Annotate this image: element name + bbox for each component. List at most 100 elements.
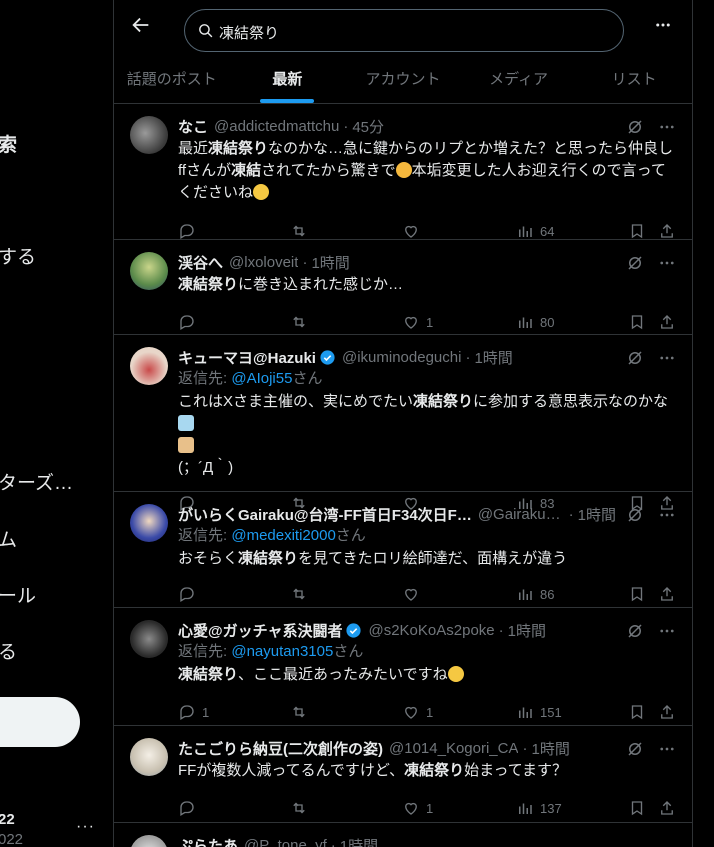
tweet[interactable]: なこ @addictedmattchu · 45分 最近凍結祭りなのかな…急に鍵…	[114, 104, 692, 240]
like-button[interactable]: 1	[402, 799, 433, 817]
nav-item-explore[interactable]: 索	[0, 130, 17, 157]
post-button[interactable]: る	[0, 697, 80, 747]
like-button[interactable]	[402, 585, 426, 603]
grok-icon[interactable]	[626, 740, 644, 758]
bookmark-button[interactable]	[628, 703, 646, 721]
author-name[interactable]: キューマヨ@Hazuki	[178, 347, 316, 368]
search-input[interactable]: 凍結祭り	[184, 9, 624, 52]
tab-lists[interactable]: リスト	[576, 54, 692, 103]
avatar[interactable]	[130, 738, 168, 776]
tweet[interactable]: 渓谷へ @lxoloveit · 1時間 凍結祭りに巻き込まれた感じか… 1 8…	[114, 240, 692, 335]
like-button[interactable]: 1	[402, 313, 433, 331]
views-button[interactable]: 64	[516, 222, 554, 240]
share-button[interactable]	[658, 222, 676, 240]
tweet[interactable]: がいらくGairaku@台湾-FF首日F34次日F… @Gairaku_… · …	[114, 492, 692, 608]
more-icon[interactable]	[658, 118, 676, 136]
retweet-button[interactable]	[290, 585, 314, 603]
more-icon[interactable]	[658, 349, 676, 367]
share-button[interactable]	[658, 703, 676, 721]
nav-item-creators[interactable]: ターズ…	[0, 468, 73, 495]
more-options-icon[interactable]	[654, 16, 672, 34]
avatar[interactable]	[130, 620, 168, 658]
tab-top[interactable]: 話題のポスト	[114, 54, 230, 103]
timestamp[interactable]: 1時間	[474, 347, 512, 368]
grok-icon[interactable]	[626, 118, 644, 136]
retweet-button[interactable]	[290, 799, 314, 817]
author-handle[interactable]: @1014_Kogori_CA	[389, 740, 518, 757]
timestamp[interactable]: 1時間	[340, 835, 378, 847]
author-name[interactable]: がいらくGairaku@台湾-FF首日F34次日F…	[178, 504, 472, 525]
reply-button[interactable]	[178, 222, 202, 240]
avatar[interactable]	[130, 835, 168, 847]
bookmark-button[interactable]	[628, 585, 646, 603]
bookmark-button[interactable]	[628, 313, 646, 331]
author-handle[interactable]: @lxoloveit	[229, 254, 298, 271]
account-name[interactable]: 22	[0, 811, 15, 828]
timestamp[interactable]: 1時間	[531, 738, 569, 759]
timestamp[interactable]: 1時間	[311, 252, 349, 273]
grok-icon[interactable]	[626, 622, 644, 640]
tab-media[interactable]: メディア	[461, 54, 577, 103]
views-button[interactable]: 80	[516, 313, 554, 331]
bookmark-button[interactable]	[628, 222, 646, 240]
search-query[interactable]: 凍結祭り	[219, 22, 279, 43]
avatar[interactable]	[130, 504, 168, 542]
author-name[interactable]: たこごりら納豆(二次創作の姿)	[178, 738, 383, 759]
retweet-button[interactable]	[290, 222, 314, 240]
nav-item-more[interactable]: る	[0, 637, 17, 664]
author-handle[interactable]: @ikuminodeguchi	[342, 349, 461, 366]
share-button[interactable]	[658, 313, 676, 331]
reply-to-link[interactable]: @AIoji55	[231, 370, 292, 387]
tweet[interactable]: たこごりら納豆(二次創作の姿) @1014_Kogori_CA · 1時間 FF…	[114, 726, 692, 823]
author-handle[interactable]: @s2KoKoAs2poke	[368, 622, 494, 639]
more-icon[interactable]	[658, 506, 676, 524]
tweet[interactable]: キューマヨ@Hazuki @ikuminodeguchi · 1時間 返信先: …	[114, 335, 692, 511]
reply-to-link[interactable]: @medexiti2000	[231, 527, 335, 544]
tweet[interactable]: 心愛@ガッチャ系決闘者 @s2KoKoAs2poke · 1時間 返信先: @n…	[114, 608, 692, 726]
views-button[interactable]: 151	[516, 703, 562, 721]
avatar[interactable]	[130, 116, 168, 154]
author-name[interactable]: なこ	[178, 116, 208, 137]
avatar[interactable]	[130, 252, 168, 290]
nav-item-profile[interactable]: ール	[0, 581, 36, 608]
reply-button[interactable]	[178, 799, 202, 817]
more-icon[interactable]	[658, 740, 676, 758]
tab-latest[interactable]: 最新	[230, 54, 346, 103]
timestamp[interactable]: 1時間	[578, 504, 616, 525]
author-handle[interactable]: @P_tone_yf	[244, 837, 327, 847]
author-name[interactable]: 渓谷へ	[178, 252, 223, 273]
like-button[interactable]	[402, 222, 426, 240]
tweet[interactable]: ぷらたあ @P_tone_yf · 1時間	[114, 823, 692, 847]
nav-item-notifications[interactable]: する	[0, 242, 36, 269]
reply-button[interactable]	[178, 585, 202, 603]
share-button[interactable]	[658, 799, 676, 817]
retweet-button[interactable]	[290, 703, 314, 721]
grok-icon[interactable]	[626, 349, 644, 367]
views-button[interactable]: 137	[516, 799, 562, 817]
back-arrow-icon[interactable]	[130, 14, 152, 36]
views-button[interactable]: 86	[516, 585, 554, 603]
author-name[interactable]: ぷらたあ	[178, 835, 238, 847]
grok-icon[interactable]	[626, 254, 644, 272]
grok-icon[interactable]	[626, 506, 644, 524]
reply-button[interactable]	[178, 313, 202, 331]
reply-button[interactable]: 1	[178, 703, 209, 721]
account-handle[interactable]: 022	[0, 831, 23, 847]
account-more-icon[interactable]: ···	[76, 818, 95, 836]
timestamp[interactable]: 1時間	[508, 620, 546, 641]
reply-to-link[interactable]: @nayutan3105	[231, 643, 333, 660]
dot-separator: ·	[522, 739, 528, 757]
author-handle[interactable]: @addictedmattchu	[214, 118, 339, 135]
like-button[interactable]: 1	[402, 703, 433, 721]
retweet-button[interactable]	[290, 313, 314, 331]
avatar[interactable]	[130, 347, 168, 385]
author-handle[interactable]: @Gairaku_…	[478, 506, 565, 523]
author-name[interactable]: 心愛@ガッチャ系決闘者	[178, 620, 342, 641]
more-icon[interactable]	[658, 254, 676, 272]
more-icon[interactable]	[658, 622, 676, 640]
nav-item-premium[interactable]: ム	[0, 525, 17, 552]
bookmark-button[interactable]	[628, 799, 646, 817]
timestamp[interactable]: 45分	[352, 116, 384, 137]
tab-accounts[interactable]: アカウント	[345, 54, 461, 103]
share-button[interactable]	[658, 585, 676, 603]
